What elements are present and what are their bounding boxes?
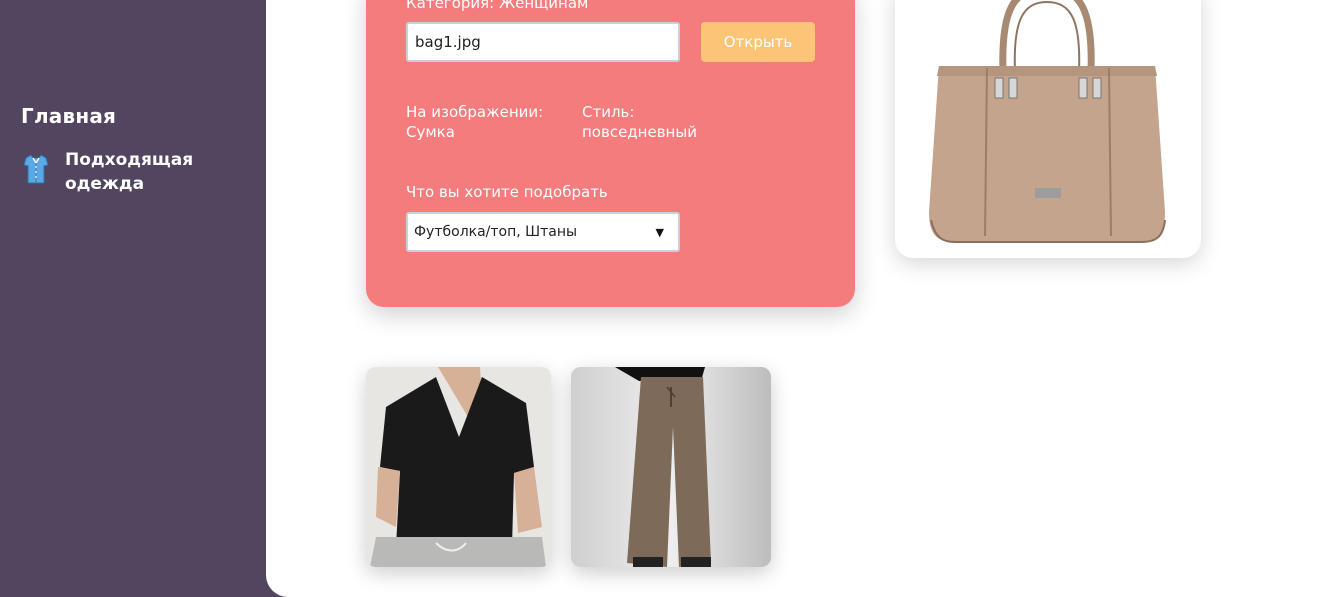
style-label: Стиль: <box>582 103 635 121</box>
detected-object-block: На изображении: Сумка <box>406 102 543 142</box>
style-block: Стиль: повседневный <box>582 102 697 142</box>
result-image-pants[interactable] <box>571 367 771 567</box>
nav-title-home[interactable]: Главная <box>21 104 116 128</box>
select-value: Футболка/топ, Штаны <box>414 224 578 240</box>
uploaded-image-handbag <box>895 0 1201 258</box>
style-value: повседневный <box>582 123 697 141</box>
category-text: Категория: Женщинам <box>406 0 589 12</box>
shirt-icon <box>21 152 51 186</box>
file-name-input[interactable] <box>406 22 680 62</box>
result-image-tshirt[interactable] <box>366 367 551 567</box>
detected-object-value: Сумка <box>406 123 455 141</box>
dropdown-arrow-icon: ▼ <box>655 225 664 239</box>
sidebar-item-label: Подходящая одежда <box>65 150 194 194</box>
upload-card: Категория: Женщинам Открыть На изображен… <box>366 0 855 307</box>
main-content: Категория: Женщинам Открыть На изображен… <box>266 0 1325 597</box>
sidebar-item-matching-clothes[interactable]: Подходящая одежда <box>21 148 241 196</box>
clothing-type-select[interactable]: Футболка/топ, Штаны ▼ <box>406 212 680 252</box>
sidebar: Главная Подходящая одежда <box>0 0 266 597</box>
open-button[interactable]: Открыть <box>701 22 815 62</box>
select-label: Что вы хотите подобрать <box>406 183 608 201</box>
detected-object-label: На изображении: <box>406 103 544 121</box>
